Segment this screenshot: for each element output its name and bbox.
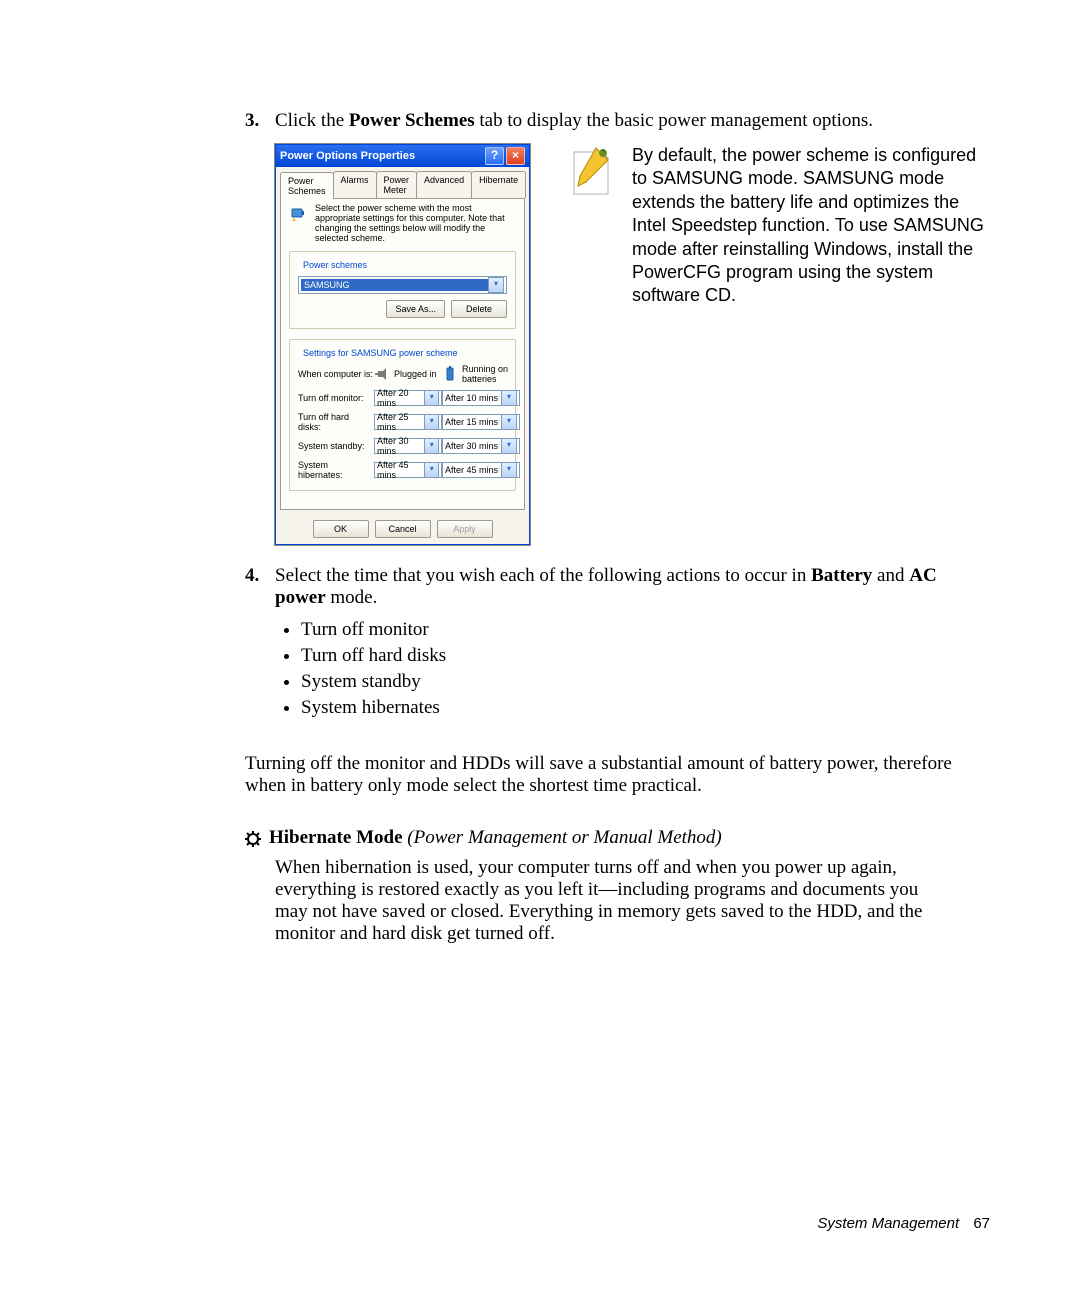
hibernate-mode-body: When hibernation is used, your computer …	[275, 857, 990, 945]
row-standby-label: System standby:	[298, 441, 374, 451]
col-battery: Running onbatteries	[442, 364, 520, 384]
chevron-down-icon: ▾	[424, 414, 439, 430]
standby-plugged-select[interactable]: After 30 mins▾	[374, 438, 442, 454]
step3-text: Click the Power Schemes tab to display t…	[275, 110, 990, 132]
power-schemes-fieldset: Power schemes SAMSUNG ▾ Save As... Delet…	[289, 251, 516, 329]
note-icon	[568, 144, 614, 200]
footer-page: 67	[973, 1215, 990, 1232]
monitor-plugged-select[interactable]: After 20 mins▾	[374, 390, 442, 406]
footer-section: System Management	[817, 1215, 959, 1232]
chevron-down-icon: ▾	[501, 462, 517, 478]
fieldset-label: Power schemes	[300, 260, 370, 270]
row-hibernate-label: System hibernates:	[298, 460, 374, 480]
tab-advanced[interactable]: Advanced	[416, 171, 472, 198]
delete-button[interactable]: Delete	[451, 300, 507, 318]
tab-alarms[interactable]: Alarms	[333, 171, 377, 198]
step-number: 3.	[245, 110, 275, 545]
save-as-button[interactable]: Save As...	[386, 300, 445, 318]
step4-text: Select the time that you wish each of th…	[275, 565, 990, 609]
close-button[interactable]: ×	[506, 147, 525, 165]
step-number: 4.	[245, 565, 275, 729]
row-disks-label: Turn off hard disks:	[298, 412, 374, 432]
tab-power-meter[interactable]: Power Meter	[376, 171, 418, 198]
help-button[interactable]: ?	[485, 147, 504, 165]
disks-battery-select[interactable]: After 15 mins▾	[442, 414, 520, 430]
apply-button[interactable]: Apply	[437, 520, 493, 538]
scheme-select[interactable]: SAMSUNG ▾	[298, 276, 507, 294]
chevron-down-icon: ▾	[424, 390, 439, 406]
dialog-title: Power Options Properties	[280, 150, 485, 162]
hibernate-mode-heading: Hibernate Mode (Power Management or Manu…	[245, 827, 990, 849]
dialog-titlebar[interactable]: Power Options Properties ? ×	[276, 145, 529, 167]
hibernate-battery-select[interactable]: After 45 mins▾	[442, 462, 520, 478]
dialog-tabs: Power Schemes Alarms Power Meter Advance…	[276, 167, 529, 198]
tab-power-schemes[interactable]: Power Schemes	[280, 172, 334, 199]
row-monitor-label: Turn off monitor:	[298, 393, 374, 403]
bullet-item: System standby	[301, 671, 990, 693]
step-3: 3. Click the Power Schemes tab to displa…	[245, 110, 990, 545]
chevron-down-icon: ▾	[501, 438, 517, 454]
disks-plugged-select[interactable]: After 25 mins▾	[374, 414, 442, 430]
fieldset2-label: Settings for SAMSUNG power scheme	[300, 348, 461, 358]
tab-hibernate[interactable]: Hibernate	[471, 171, 526, 198]
settings-fieldset: Settings for SAMSUNG power scheme When c…	[289, 339, 516, 491]
monitor-battery-select[interactable]: After 10 mins▾	[442, 390, 520, 406]
col-label: When computer is:	[298, 369, 374, 379]
col-plugged: Plugged in	[374, 366, 442, 382]
dialog-infotext: Select the power scheme with the most ap…	[315, 203, 516, 243]
step4-bullets: Turn off monitor Turn off hard disks Sys…	[275, 619, 990, 719]
plug-icon	[374, 366, 390, 382]
chevron-down-icon: ▾	[424, 462, 439, 478]
page-footer: System Management 67	[90, 1215, 990, 1232]
bullet-item: Turn off hard disks	[301, 645, 990, 667]
battery-icon	[442, 366, 458, 382]
tip-text: By default, the power scheme is configur…	[632, 144, 990, 308]
monitor-hdd-paragraph: Turning off the monitor and HDDs will sa…	[245, 753, 990, 797]
chevron-down-icon: ▾	[424, 438, 439, 454]
bullet-item: System hibernates	[301, 697, 990, 719]
gear-icon	[245, 831, 261, 847]
battery-plug-icon	[289, 203, 309, 223]
chevron-down-icon: ▾	[488, 277, 504, 293]
cancel-button[interactable]: Cancel	[375, 520, 431, 538]
chevron-down-icon: ▾	[501, 390, 517, 406]
chevron-down-icon: ▾	[501, 414, 517, 430]
power-options-dialog: Power Options Properties ? × Power Schem…	[275, 144, 530, 545]
ok-button[interactable]: OK	[313, 520, 369, 538]
bullet-item: Turn off monitor	[301, 619, 990, 641]
standby-battery-select[interactable]: After 30 mins▾	[442, 438, 520, 454]
hibernate-plugged-select[interactable]: After 45 mins▾	[374, 462, 442, 478]
step-4: 4. Select the time that you wish each of…	[245, 565, 990, 729]
